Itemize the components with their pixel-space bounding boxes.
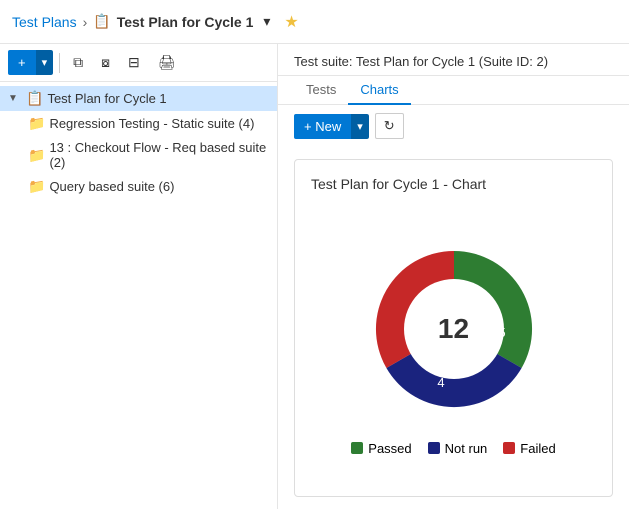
title-dropdown-icon[interactable]: ▾ bbox=[263, 13, 270, 30]
failed-legend-label: Failed bbox=[520, 441, 555, 456]
chart-card: Test Plan for Cycle 1 - Chart bbox=[294, 159, 613, 497]
chart-area: Test Plan for Cycle 1 - Chart bbox=[278, 147, 629, 509]
tree-children: 📁 Regression Testing - Static suite (4) … bbox=[0, 111, 277, 199]
tab-bar: Tests Charts bbox=[278, 76, 629, 105]
paste-button[interactable]: ⧇ bbox=[94, 50, 117, 75]
donut-center-value: 12 bbox=[438, 313, 469, 345]
tree-root-label: Test Plan for Cycle 1 bbox=[47, 91, 166, 106]
new-button-group[interactable]: + New ▾ bbox=[294, 114, 369, 139]
add-dropdown-button[interactable]: ▾ bbox=[36, 50, 54, 75]
refresh-button[interactable]: ↻ bbox=[375, 113, 404, 139]
chart-legend: Passed Not run Failed bbox=[351, 441, 555, 456]
copy-button[interactable]: ⧉ bbox=[66, 50, 90, 75]
toolbar-divider-1 bbox=[59, 53, 60, 73]
tab-tests[interactable]: Tests bbox=[294, 76, 348, 105]
refresh-icon: ↻ bbox=[384, 118, 395, 133]
right-panel: Test suite: Test Plan for Cycle 1 (Suite… bbox=[278, 44, 629, 509]
failed-legend-dot bbox=[503, 442, 515, 454]
list-item[interactable]: 📁 Regression Testing - Static suite (4) bbox=[20, 111, 277, 136]
testplan-icon: 📋 bbox=[93, 13, 110, 30]
legend-failed: Failed bbox=[503, 441, 555, 456]
passed-legend-dot bbox=[351, 442, 363, 454]
new-button-label: + New bbox=[304, 119, 341, 134]
tree-expand-icon[interactable]: ▼ bbox=[8, 93, 22, 104]
add-main-button[interactable]: + bbox=[8, 50, 36, 75]
legend-notrun: Not run bbox=[428, 441, 488, 456]
suite-header-title: Test Plan for Cycle 1 (Suite ID: 2) bbox=[356, 54, 548, 69]
tree-root-item[interactable]: ▼ 📋 Test Plan for Cycle 1 bbox=[0, 86, 277, 111]
donut-wrapper: 5 4 3 12 bbox=[354, 229, 554, 429]
favorite-star-icon[interactable]: ★ bbox=[284, 12, 298, 32]
passed-label: 5 bbox=[498, 325, 505, 340]
folder-icon-1: 📁 bbox=[28, 115, 45, 132]
breadcrumb: Test Plans › 📋 Test Plan for Cycle 1 ▾ ★ bbox=[12, 12, 299, 32]
suite-header: Test suite: Test Plan for Cycle 1 (Suite… bbox=[278, 44, 629, 76]
left-panel: + ▾ ⧉ ⧇ ⊟ 🖨 ▼ 📋 Test Plan for Cycle 1 📁 bbox=[0, 44, 278, 509]
new-main-button[interactable]: + New bbox=[294, 114, 351, 139]
chart-title: Test Plan for Cycle 1 - Chart bbox=[311, 176, 596, 192]
page-title: Test Plan for Cycle 1 bbox=[117, 14, 254, 30]
left-toolbar: + ▾ ⧉ ⧇ ⊟ 🖨 bbox=[0, 44, 277, 82]
test-tree: ▼ 📋 Test Plan for Cycle 1 📁 Regression T… bbox=[0, 82, 277, 509]
notrun-legend-label: Not run bbox=[445, 441, 488, 456]
suite-header-prefix: Test suite: bbox=[294, 54, 356, 69]
new-dropdown-button[interactable]: ▾ bbox=[351, 114, 369, 139]
add-button-group[interactable]: + ▾ bbox=[8, 50, 53, 75]
header: Test Plans › 📋 Test Plan for Cycle 1 ▾ ★ bbox=[0, 0, 629, 44]
tree-root: ▼ 📋 Test Plan for Cycle 1 📁 Regression T… bbox=[0, 86, 277, 199]
list-item[interactable]: 📁 13 : Checkout Flow - Req based suite (… bbox=[20, 136, 277, 174]
folder-icon-3: 📁 bbox=[28, 178, 45, 195]
list-item[interactable]: 📁 Query based suite (6) bbox=[20, 174, 277, 199]
plus-icon: + bbox=[18, 55, 26, 70]
failed-label: 3 bbox=[416, 293, 423, 308]
folder-icon-2: 📁 bbox=[28, 147, 45, 164]
chart-toolbar: + New ▾ ↻ bbox=[278, 105, 629, 147]
print-button[interactable]: 🖨 bbox=[151, 50, 183, 75]
notrun-label: 4 bbox=[437, 375, 444, 390]
tree-child-label-2: 13 : Checkout Flow - Req based suite (2) bbox=[49, 140, 269, 170]
delete-button[interactable]: ⊟ bbox=[121, 50, 147, 75]
notrun-legend-dot bbox=[428, 442, 440, 454]
donut-chart-container: 5 4 3 12 Passed Not run bbox=[311, 204, 596, 480]
tree-root-icon: 📋 bbox=[26, 90, 43, 107]
tab-charts[interactable]: Charts bbox=[348, 76, 410, 105]
passed-legend-label: Passed bbox=[368, 441, 411, 456]
main-layout: + ▾ ⧉ ⧇ ⊟ 🖨 ▼ 📋 Test Plan for Cycle 1 📁 bbox=[0, 44, 629, 509]
tree-child-label-3: Query based suite (6) bbox=[49, 179, 174, 194]
breadcrumb-testplans-link[interactable]: Test Plans bbox=[12, 14, 77, 30]
legend-passed: Passed bbox=[351, 441, 411, 456]
tree-child-label-1: Regression Testing - Static suite (4) bbox=[49, 116, 254, 131]
breadcrumb-separator: › bbox=[83, 14, 88, 30]
